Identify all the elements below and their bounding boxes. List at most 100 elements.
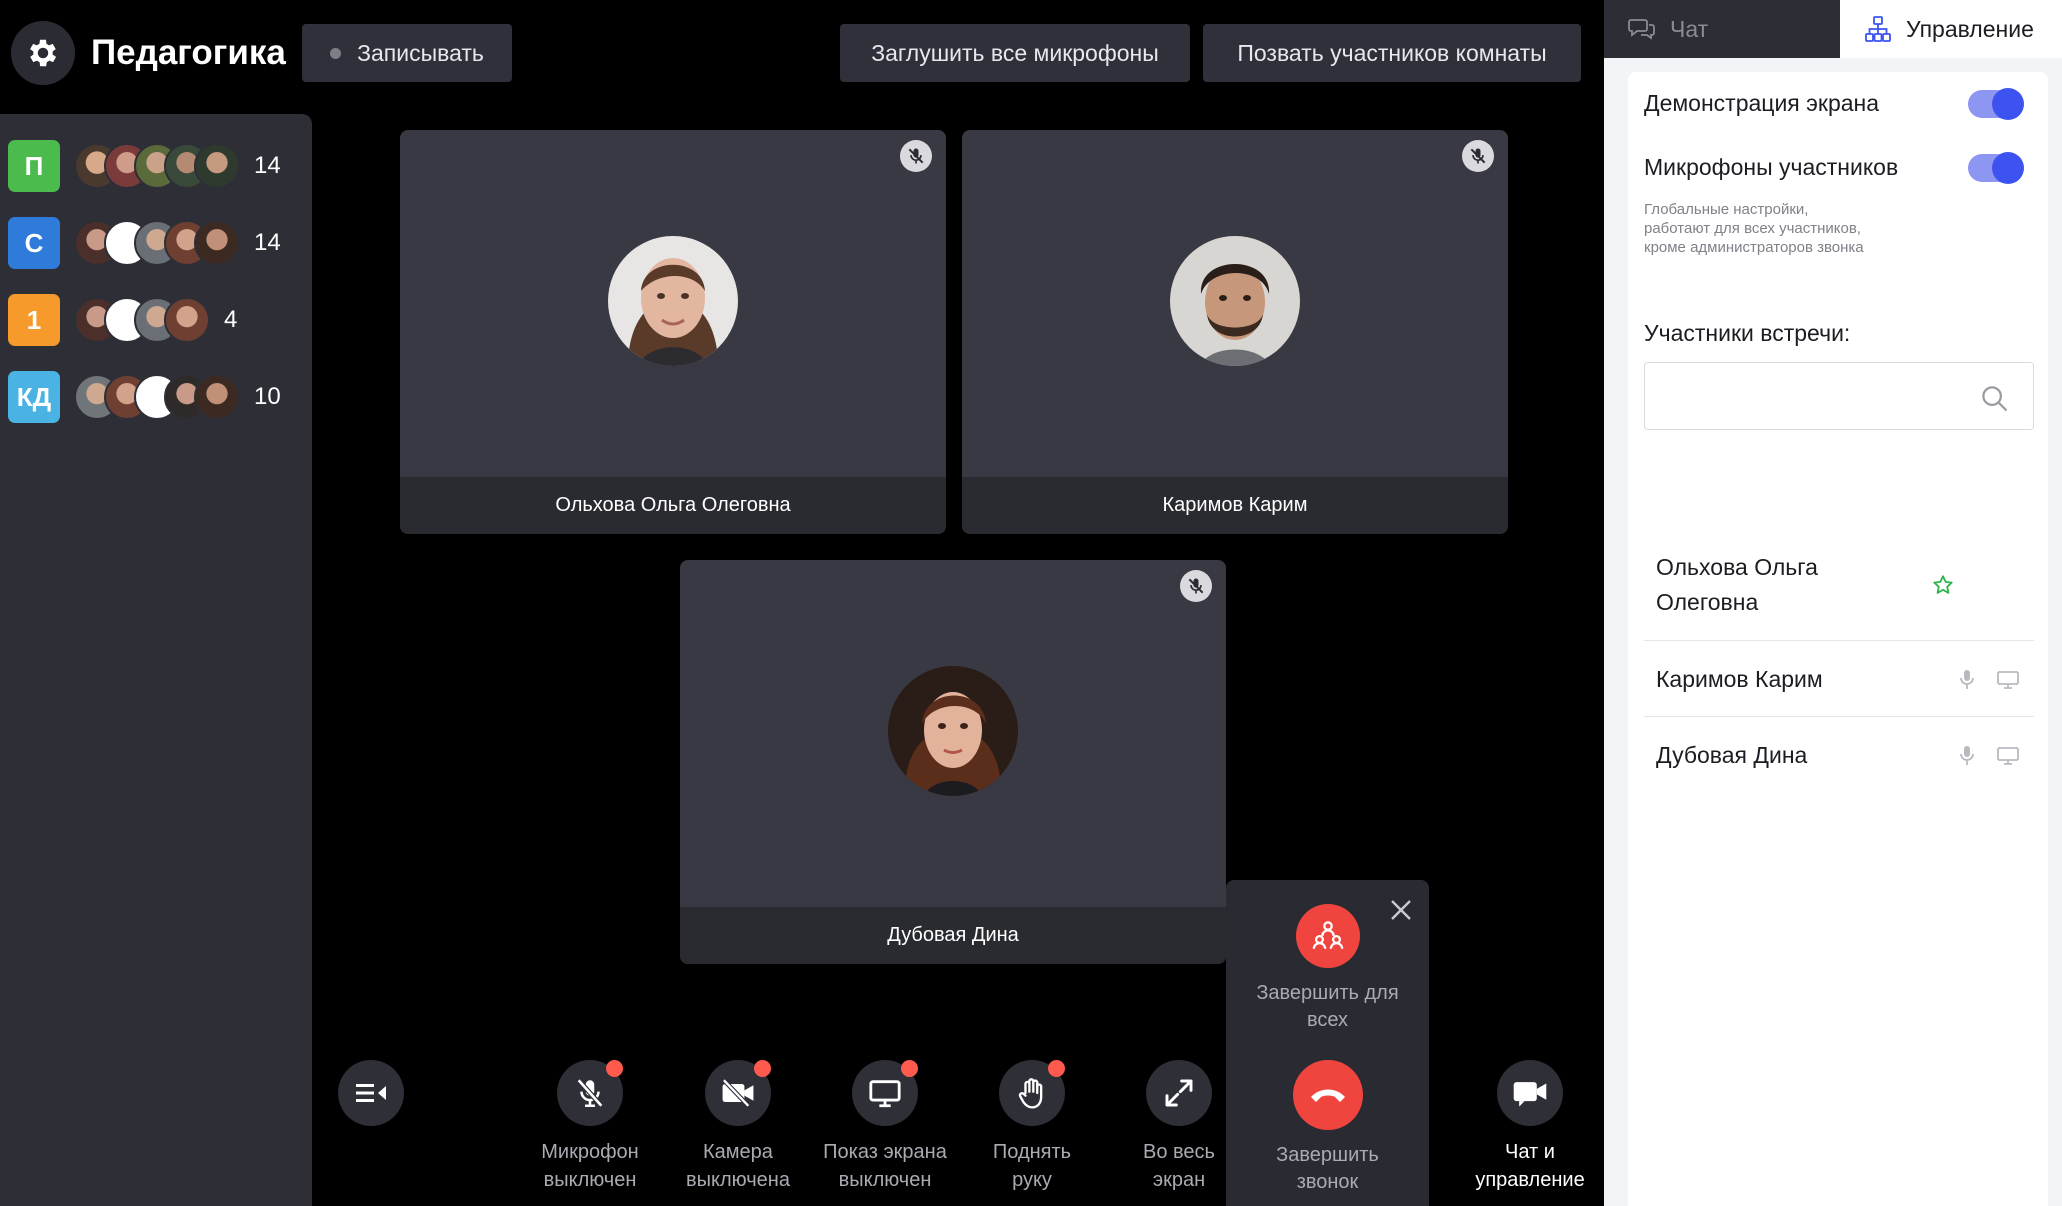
avatar bbox=[194, 220, 240, 266]
control-panel: Чат Управление Демонстрация экрана Микро… bbox=[1604, 0, 2062, 1206]
status-dot bbox=[901, 1060, 918, 1077]
chat-control-label: Чат и управление bbox=[1475, 1141, 1585, 1191]
call-room-members-button[interactable]: Позвать участников комнаты bbox=[1203, 24, 1581, 82]
room-badge: С bbox=[8, 217, 60, 269]
screen-share-button[interactable]: Показ экрана выключен bbox=[810, 1060, 960, 1194]
mic-toggle-button[interactable]: Микрофон выключен bbox=[515, 1060, 665, 1194]
tab-manage-label: Управление bbox=[1906, 15, 2034, 42]
camera-toggle-button[interactable]: Камера выключена bbox=[663, 1060, 813, 1194]
hand-label: Поднять руку bbox=[992, 1141, 1072, 1191]
end-all-circle bbox=[1295, 904, 1360, 968]
divider bbox=[1644, 640, 2034, 641]
screen-circle bbox=[852, 1060, 918, 1126]
video-tile[interactable]: Каримов Карим bbox=[962, 130, 1508, 534]
mic-off-icon bbox=[1462, 140, 1494, 172]
tab-chat[interactable]: Чат bbox=[1604, 0, 1840, 58]
participant-name: Каримов Карим bbox=[962, 477, 1508, 534]
hang-up-icon bbox=[1310, 1089, 1345, 1102]
tab-manage[interactable]: Управление bbox=[1840, 0, 2062, 58]
mic-circle bbox=[557, 1060, 623, 1126]
rooms-menu-button[interactable] bbox=[338, 1060, 404, 1126]
settings-button[interactable] bbox=[11, 21, 75, 85]
expand-icon bbox=[1165, 1079, 1193, 1107]
mute-all-button[interactable]: Заглушить все микрофоны bbox=[840, 24, 1190, 82]
participant-name: Дубовая Дина bbox=[680, 907, 1226, 964]
room-badge: КД bbox=[8, 371, 60, 423]
mic-off-icon bbox=[1180, 570, 1212, 602]
mic-icon[interactable] bbox=[1958, 744, 1976, 768]
status-dot bbox=[606, 1060, 623, 1077]
participant-avatar bbox=[888, 666, 1018, 796]
mic-off-icon bbox=[900, 140, 932, 172]
member-item[interactable]: Каримов Карим bbox=[1644, 662, 2034, 697]
room-avatars bbox=[74, 374, 240, 420]
mic-off-icon bbox=[576, 1078, 604, 1108]
screen-label: Показ экрана выключен bbox=[823, 1141, 947, 1191]
member-name: Каримов Карим bbox=[1656, 666, 1823, 692]
control-card: Демонстрация экрана Микрофоны участников… bbox=[1628, 72, 2048, 1206]
end-call-label: Завершить звонок bbox=[1276, 1144, 1379, 1193]
member-search-input[interactable] bbox=[1644, 362, 2034, 430]
hierarchy-icon bbox=[1865, 16, 1891, 42]
end-for-all-button[interactable]: Завершить для всех bbox=[1226, 904, 1429, 1034]
chat-and-control-button[interactable]: Чат и управление bbox=[1460, 1060, 1600, 1194]
room-item[interactable]: КД 10 bbox=[8, 371, 281, 423]
record-dot-icon bbox=[330, 47, 342, 59]
member-item[interactable]: Ольхова Ольга Олеговна bbox=[1644, 550, 2034, 620]
camera-label: Камера выключена bbox=[686, 1141, 790, 1191]
screen-icon[interactable] bbox=[1996, 746, 2020, 766]
screen-share-toggle[interactable] bbox=[1968, 88, 2024, 120]
hand-circle bbox=[999, 1060, 1065, 1126]
raise-hand-button[interactable]: Поднять руку bbox=[957, 1060, 1107, 1194]
room-avatars bbox=[74, 220, 240, 266]
end-all-label: Завершить для всех bbox=[1256, 982, 1399, 1031]
fullscreen-circle bbox=[1146, 1060, 1212, 1126]
camera-circle bbox=[705, 1060, 771, 1126]
room-badge: П bbox=[8, 140, 60, 192]
video-tile[interactable]: Дубовая Дина bbox=[680, 560, 1226, 964]
record-button[interactable]: Записывать bbox=[302, 24, 512, 82]
members-title: Участники встречи: bbox=[1644, 320, 1851, 346]
end-call-panel: Завершить для всех Завершить звонок bbox=[1226, 880, 1429, 1206]
mics-setting-label: Микрофоны участников bbox=[1644, 154, 1899, 180]
mic-label: Микрофон выключен bbox=[541, 1141, 639, 1191]
room-avatars bbox=[74, 297, 210, 343]
member-icons bbox=[1932, 574, 2034, 596]
monitor-icon bbox=[869, 1080, 901, 1108]
status-dot bbox=[1048, 1060, 1065, 1077]
member-name: Дубовая Дина bbox=[1656, 742, 1808, 768]
screen-icon[interactable] bbox=[1996, 670, 2020, 690]
rooms-sidebar: П 14 С 14 1 4 КД 10 bbox=[0, 114, 312, 1206]
room-item[interactable]: 1 4 bbox=[8, 294, 237, 346]
avatar bbox=[194, 143, 240, 189]
member-name: Ольхова Ольга Олеговна bbox=[1656, 554, 1818, 615]
room-member-count: 14 bbox=[254, 229, 281, 256]
room-item[interactable]: П 14 bbox=[8, 140, 281, 192]
participant-avatar bbox=[1170, 236, 1300, 366]
divider bbox=[1644, 716, 2034, 717]
room-badge: 1 bbox=[8, 294, 60, 346]
end-call-circle bbox=[1292, 1060, 1363, 1130]
member-item[interactable]: Дубовая Дина bbox=[1644, 738, 2034, 773]
member-icons bbox=[1958, 668, 2034, 692]
fullscreen-label: Во весь экран bbox=[1143, 1141, 1215, 1191]
gear-icon bbox=[30, 39, 57, 67]
video-tile[interactable]: Ольхова Ольга Олеговна bbox=[400, 130, 946, 534]
end-call-button[interactable]: Завершить звонок bbox=[1226, 1060, 1429, 1196]
status-dot bbox=[754, 1060, 771, 1077]
star-icon bbox=[1933, 575, 1953, 594]
record-label: Записывать bbox=[357, 39, 484, 66]
participant-avatar bbox=[608, 236, 738, 366]
room-member-count: 10 bbox=[254, 383, 281, 410]
participants-mics-toggle[interactable] bbox=[1968, 152, 2024, 184]
search-icon bbox=[1982, 386, 2008, 412]
tab-chat-label: Чат bbox=[1670, 15, 1709, 42]
menu-collapse-icon bbox=[356, 1084, 386, 1102]
room-avatars bbox=[74, 143, 240, 189]
room-item[interactable]: С 14 bbox=[8, 217, 281, 269]
video-chat-icon bbox=[1513, 1082, 1547, 1107]
avatar bbox=[164, 297, 210, 343]
mic-icon[interactable] bbox=[1958, 668, 1976, 692]
chat-circle bbox=[1497, 1060, 1563, 1126]
settings-hint: Глобальные настройки, работают для всех … bbox=[1644, 201, 1864, 256]
